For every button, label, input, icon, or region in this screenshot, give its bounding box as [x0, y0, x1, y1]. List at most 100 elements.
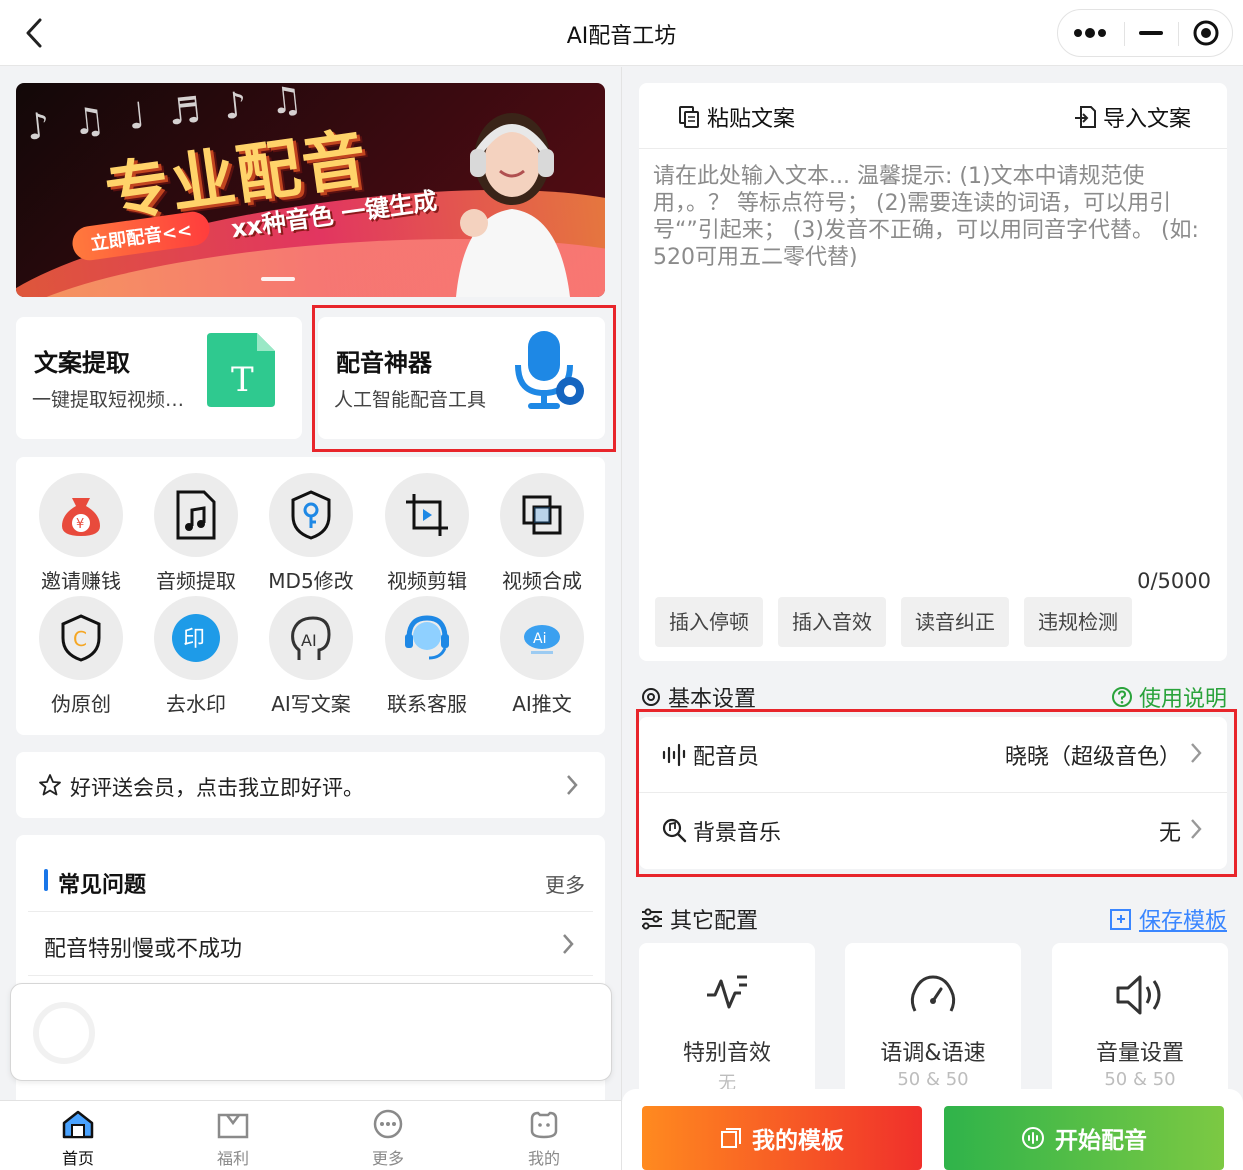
tool-ai-copywriting[interactable]: AI AI写文案 [256, 596, 366, 716]
tab-label: 福利 [216, 1149, 249, 1168]
more-icon [373, 1109, 403, 1139]
chevron-right-icon [563, 934, 574, 954]
shield-c-icon: C [61, 614, 101, 662]
tool-label: 视频剪辑 [387, 569, 467, 593]
faq-more-link[interactable]: 更多 [545, 869, 585, 898]
svg-text:T: T [231, 360, 254, 400]
tool-label: 联系客服 [387, 692, 467, 716]
import-copy-button[interactable]: 导入文案 [1073, 101, 1191, 133]
minimize-icon[interactable] [1125, 10, 1177, 56]
tool-label: MD5修改 [268, 569, 354, 593]
faq-item[interactable]: 配音特别慢或不成功 [44, 931, 242, 963]
watermark-icon: 印 [172, 614, 220, 662]
promo-banner[interactable]: ♪ ♫ ♩ ♬ ♪ ♫ 专业配音 xx种音色 一键生成 立即配音<< [16, 83, 605, 297]
sliders-icon [642, 908, 662, 930]
close-target-icon[interactable] [1179, 10, 1233, 56]
svg-text:AI: AI [301, 631, 317, 650]
tool-remove-watermark[interactable]: 印 去水印 [141, 596, 251, 716]
tool-video-edit[interactable]: 视频剪辑 [372, 473, 482, 593]
tool-customer-service[interactable]: 联系客服 [372, 596, 482, 716]
text-editor-card: 粘贴文案 导入文案 0/5000 插入停顿 插入音效 读音纠正 违规检测 [639, 83, 1227, 661]
config-label: 语调&语速 [880, 1041, 986, 1066]
ai-head-icon: AI [291, 616, 331, 660]
money-bag-icon: ¥ [62, 498, 100, 536]
tool-md5-modify[interactable]: MD5修改 [256, 473, 366, 593]
crop-video-icon [406, 494, 448, 536]
config-value: 50 & 50 [1104, 1069, 1176, 1090]
tool-pseudo-original[interactable]: C 伪原创 [26, 596, 136, 716]
tab-label: 我的 [527, 1149, 560, 1168]
ai-cloud-icon: Ai [524, 625, 560, 654]
pulse-icon [707, 975, 747, 1009]
chevron-right-icon [567, 775, 578, 795]
tool-label: 视频合成 [502, 569, 582, 593]
insert-sound-effect-button[interactable]: 插入音效 [778, 597, 886, 647]
speedometer-icon [910, 975, 956, 1012]
tab-more[interactable]: 更多 [348, 1109, 428, 1169]
top-bar: AI配音工坊 [0, 0, 1243, 66]
tab-home[interactable]: 首页 [38, 1109, 118, 1169]
tab-benefits[interactable]: 福利 [193, 1109, 273, 1169]
insert-pause-button[interactable]: 插入停顿 [655, 597, 763, 647]
feature-title: 文案提取 [34, 349, 130, 377]
tool-invite-earn[interactable]: ¥ 邀请赚钱 [26, 473, 136, 593]
faq-heading: 常见问题 [58, 873, 147, 898]
special-effects-card[interactable]: 特别音效 无 [639, 943, 815, 1103]
import-label: 导入文案 [1102, 107, 1191, 132]
tools-grid: ¥ 邀请赚钱 音频提取 MD5修改 视频剪辑 视频合成 C 伪原创 印 去水印 … [16, 457, 605, 735]
bottom-action-bar: 我的模板 开始配音 [622, 1089, 1243, 1170]
script-text-input[interactable] [653, 163, 1213, 463]
speaker-icon [1116, 975, 1161, 1015]
tool-label: 伪原创 [51, 692, 111, 716]
tool-label: AI写文案 [271, 692, 351, 716]
tool-video-merge[interactable]: 视频合成 [487, 473, 597, 593]
profile-icon [530, 1111, 558, 1139]
headset-icon [405, 615, 449, 660]
tool-ai-tweet[interactable]: Ai AI推文 [487, 596, 597, 716]
mini-program-capsule [1057, 9, 1233, 57]
svg-text:Ai: Ai [533, 631, 546, 647]
review-text: 好评送会员，点击我立即好评。 [70, 776, 364, 800]
paste-icon [679, 106, 699, 128]
tone-speed-card[interactable]: 语调&语速 50 & 50 [845, 943, 1021, 1103]
paste-copy-button[interactable]: 粘贴文案 [677, 101, 795, 133]
config-value: 50 & 50 [897, 1069, 969, 1090]
audio-wave-icon [1022, 1127, 1044, 1149]
copy-extract-card[interactable]: 文案提取 一键提取短视频文案 T [16, 317, 302, 439]
volume-settings-card[interactable]: 音量设置 50 & 50 [1052, 943, 1228, 1103]
tool-label: 去水印 [166, 692, 226, 716]
help-icon [1111, 687, 1132, 707]
config-label: 特别音效 [682, 1041, 771, 1066]
feature-subtitle: 一键提取短视频文案 [32, 389, 202, 411]
tool-audio-extract[interactable]: 音频提取 [141, 473, 251, 593]
pronunciation-fix-button[interactable]: 读音纠正 [901, 597, 1009, 647]
tool-label: 邀请赚钱 [41, 569, 121, 593]
review-promo-row[interactable]: 好评送会员，点击我立即好评。 [16, 752, 605, 818]
compliance-check-button[interactable]: 违规检测 [1024, 597, 1132, 647]
config-label: 音量设置 [1095, 1041, 1184, 1066]
more-dots-icon[interactable] [1058, 10, 1122, 56]
star-icon [39, 774, 61, 796]
tab-label: 更多 [371, 1149, 404, 1168]
gift-icon [217, 1113, 249, 1139]
highlight-frame [312, 305, 616, 452]
loading-toast [10, 983, 612, 1081]
home-icon [62, 1110, 94, 1139]
settings-gear-icon [642, 688, 660, 706]
music-file-icon [176, 490, 216, 540]
highlight-frame [636, 709, 1237, 877]
merge-icon [522, 495, 562, 535]
start-dubbing-button[interactable]: 开始配音 [944, 1106, 1224, 1170]
tab-label: 首页 [61, 1149, 94, 1168]
shield-key-icon [291, 490, 331, 540]
svg-text:¥: ¥ [76, 517, 84, 532]
headphone-girl-illustration [456, 113, 570, 297]
my-templates-button[interactable]: 我的模板 [642, 1106, 922, 1170]
template-icon [721, 1128, 741, 1148]
add-template-icon [1109, 909, 1131, 930]
tab-profile[interactable]: 我的 [504, 1109, 584, 1169]
bottom-tab-bar: 首页 福利 更多 我的 [0, 1100, 621, 1170]
editor-toolbar: 粘贴文案 导入文案 [639, 83, 1227, 149]
section-accent-bar [44, 869, 48, 891]
save-template-link[interactable]: 保存模板 [1109, 903, 1227, 935]
